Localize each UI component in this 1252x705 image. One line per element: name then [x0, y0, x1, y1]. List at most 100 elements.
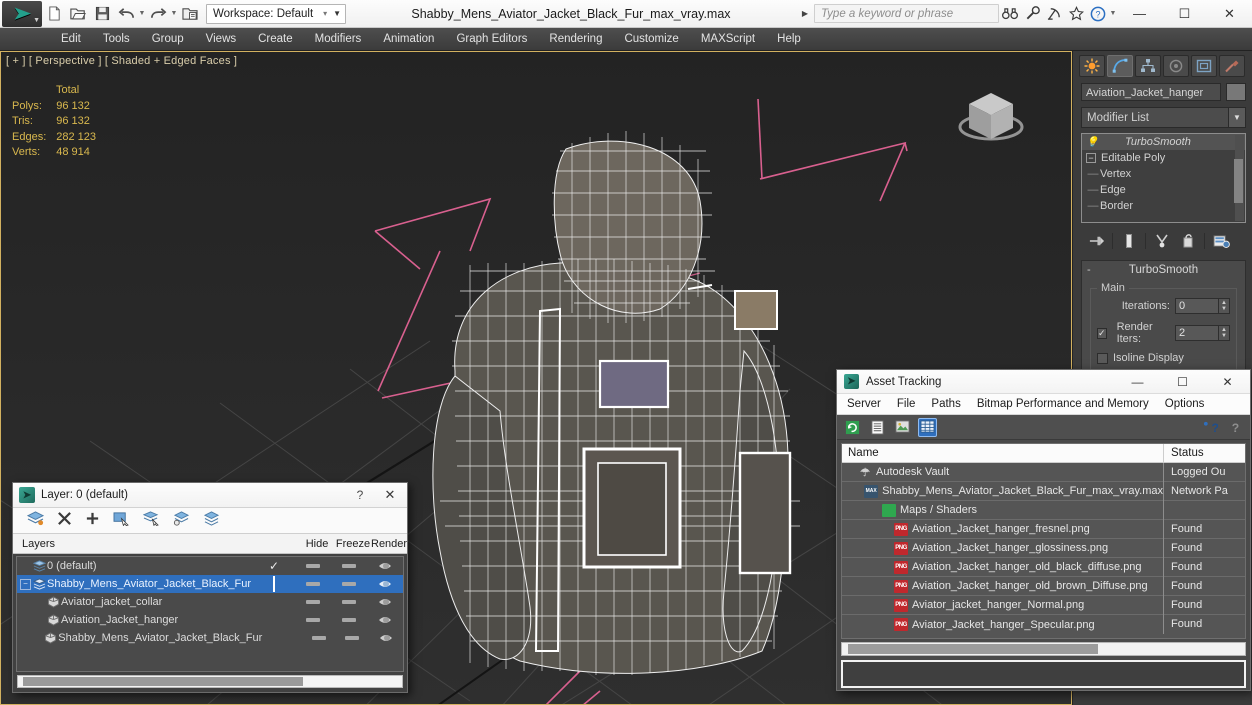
menu-item-edit[interactable]: Edit: [50, 28, 92, 51]
add-layer-icon[interactable]: [85, 511, 100, 531]
modify-tab[interactable]: [1107, 55, 1133, 77]
new-file-icon[interactable]: [42, 2, 66, 26]
hierarchy-tab[interactable]: [1135, 55, 1161, 77]
layer-freeze-cell[interactable]: [335, 636, 369, 640]
expand-toggle-icon[interactable]: −: [20, 578, 31, 590]
layer-current-check-icon[interactable]: ✓: [253, 559, 295, 573]
rollout-header[interactable]: - TurboSmooth: [1082, 261, 1245, 278]
help-icon[interactable]: ?: [1087, 3, 1109, 25]
menu-item-graph-editors[interactable]: Graph Editors: [445, 28, 538, 51]
menu-item-create[interactable]: Create: [247, 28, 304, 51]
menu-item-help[interactable]: Help: [766, 28, 812, 51]
layer-freeze-cell[interactable]: [331, 582, 367, 586]
layer-render-cell[interactable]: [367, 596, 403, 608]
refresh-icon[interactable]: [843, 418, 862, 437]
asset-row-fresnel-png[interactable]: PNG Aviation_Jacket_hanger_fresnel.png F…: [842, 519, 1245, 539]
asset-list[interactable]: Name Status ☂ Autodesk Vault Logged Ou M…: [841, 443, 1246, 639]
lightbulb-icon[interactable]: 💡: [1086, 137, 1099, 148]
menu-item-rendering[interactable]: Rendering: [538, 28, 613, 51]
layer-render-cell[interactable]: [367, 614, 403, 626]
asset-tracking-dialog[interactable]: ➤ Asset Tracking — ☐ ✕ Server File Paths…: [836, 369, 1251, 691]
layer-row-default[interactable]: 0 (default) ✓: [17, 557, 403, 575]
layer-render-cell[interactable]: [367, 578, 403, 590]
stack-item-vertex[interactable]: — Vertex: [1082, 166, 1245, 182]
chevron-down-icon[interactable]: ▼: [1228, 108, 1245, 127]
workspace-selector[interactable]: Workspace: Default ▾ ▼: [206, 3, 347, 24]
undo-dropdown-icon[interactable]: ▼: [138, 10, 146, 17]
help-button[interactable]: ?: [347, 488, 373, 502]
about-icon[interactable]: ?: [1226, 418, 1245, 437]
layer-dialog-title-bar[interactable]: ➤ Layer: 0 (default) ? ✕: [13, 483, 407, 508]
create-new-layer-icon[interactable]: [26, 510, 45, 531]
select-highlighted-objects-icon[interactable]: [142, 510, 160, 531]
close-button[interactable]: ✕: [1207, 0, 1252, 27]
menu-item-customize[interactable]: Customize: [613, 28, 689, 51]
asset-menu-paths[interactable]: Paths: [923, 394, 968, 415]
stack-item-editable-poly[interactable]: − Editable Poly: [1082, 150, 1245, 166]
object-color-swatch[interactable]: [1226, 83, 1246, 101]
layer-freeze-cell[interactable]: [331, 564, 367, 568]
asset-row-old-black-diffuse-png[interactable]: PNG Aviation_Jacket_hanger_old_black_dif…: [842, 557, 1245, 577]
menu-item-tools[interactable]: Tools: [92, 28, 141, 51]
delete-layer-icon[interactable]: [57, 511, 72, 531]
grid-view-icon[interactable]: [918, 417, 937, 437]
layer-horizontal-scrollbar[interactable]: [17, 675, 403, 688]
asset-row-maps-shaders[interactable]: Maps / Shaders: [842, 500, 1245, 520]
collapse-toggle-icon[interactable]: −: [1086, 153, 1096, 163]
motion-tab[interactable]: [1163, 55, 1189, 77]
layer-row-aviation-jacket-hanger[interactable]: Aviation_Jacket_hanger: [17, 611, 403, 629]
thumbnail-view-icon[interactable]: [893, 418, 912, 437]
project-folder-icon[interactable]: [178, 2, 202, 26]
menu-item-maxscript[interactable]: MAXScript: [690, 28, 766, 51]
stack-item-border[interactable]: — Border: [1082, 198, 1245, 214]
asset-menu-server[interactable]: Server: [837, 394, 889, 415]
remove-modifier-icon[interactable]: [1175, 231, 1201, 251]
create-tab[interactable]: [1079, 55, 1105, 77]
layer-hide-cell[interactable]: [302, 636, 336, 640]
asset-menu-bitmap-performance-and-memory[interactable]: Bitmap Performance and Memory: [969, 394, 1157, 415]
menu-item-animation[interactable]: Animation: [372, 28, 445, 51]
stack-item-edge[interactable]: — Edge: [1082, 182, 1245, 198]
utilities-tab[interactable]: [1219, 55, 1245, 77]
display-tab[interactable]: [1191, 55, 1217, 77]
layer-col-render[interactable]: Render: [371, 538, 407, 550]
scrollbar-thumb[interactable]: [1234, 159, 1243, 203]
layer-row-aviator-jacket-collar[interactable]: Aviator_jacket_collar: [17, 593, 403, 611]
stack-item-turbosmooth[interactable]: 💡 TurboSmooth: [1082, 134, 1245, 150]
configure-sets-icon[interactable]: [1208, 231, 1234, 251]
layer-freeze-cell[interactable]: [331, 600, 367, 604]
render-iters-spinner[interactable]: 2 ▲ ▼: [1175, 325, 1230, 341]
layer-row-shabby-mens-aviator-jacket-black-fur-object[interactable]: Shabby_Mens_Aviator_Jacket_Black_Fur: [17, 629, 403, 647]
redo-icon[interactable]: [146, 2, 170, 26]
iterations-value[interactable]: 0: [1175, 298, 1219, 314]
layer-hide-cell[interactable]: [295, 582, 331, 586]
asset-row-glossiness-png[interactable]: PNG Aviation_Jacket_hanger_glossiness.pn…: [842, 538, 1245, 558]
chevron-down-icon[interactable]: ▼: [333, 9, 341, 18]
asset-row-normal-png[interactable]: PNG Aviator_jacket_hanger_Normal.png Fou…: [842, 595, 1245, 615]
object-name-field[interactable]: Aviation_Jacket_hanger: [1081, 83, 1221, 101]
help-dropdown-icon[interactable]: ▼: [1109, 10, 1117, 17]
star-icon[interactable]: [1065, 3, 1087, 25]
open-file-icon[interactable]: [66, 2, 90, 26]
asset-row-old-brown-diffuse-png[interactable]: PNG Aviation_Jacket_hanger_old_brown_Dif…: [842, 576, 1245, 596]
pin-stack-icon[interactable]: [1083, 231, 1109, 251]
search-expand-icon[interactable]: ▶: [802, 9, 808, 18]
undo-icon[interactable]: [114, 2, 138, 26]
binoculars-icon[interactable]: [999, 3, 1021, 25]
layer-hide-cell[interactable]: [295, 600, 331, 604]
layer-freeze-cell[interactable]: [331, 618, 367, 622]
collapse-icon[interactable]: -: [1087, 264, 1091, 276]
asset-row-max-scene-file[interactable]: MAX Shabby_Mens_Aviator_Jacket_Black_Fur…: [842, 481, 1245, 501]
asset-horizontal-scrollbar[interactable]: [841, 642, 1246, 656]
scrollbar-thumb[interactable]: [848, 644, 1098, 654]
maximize-button[interactable]: ☐: [1160, 370, 1205, 394]
show-end-result-icon[interactable]: [1116, 231, 1142, 251]
menu-item-views[interactable]: Views: [195, 28, 247, 51]
minimize-button[interactable]: —: [1117, 0, 1162, 27]
modifier-list-dropdown[interactable]: Modifier List ▼: [1081, 107, 1246, 128]
asset-col-name[interactable]: Name: [842, 447, 1163, 459]
application-logo-button[interactable]: ➤ ▼: [2, 0, 42, 27]
render-iters-value[interactable]: 2: [1175, 325, 1219, 341]
layer-render-cell[interactable]: [369, 632, 403, 644]
search-input[interactable]: Type a keyword or phrase: [814, 4, 999, 23]
